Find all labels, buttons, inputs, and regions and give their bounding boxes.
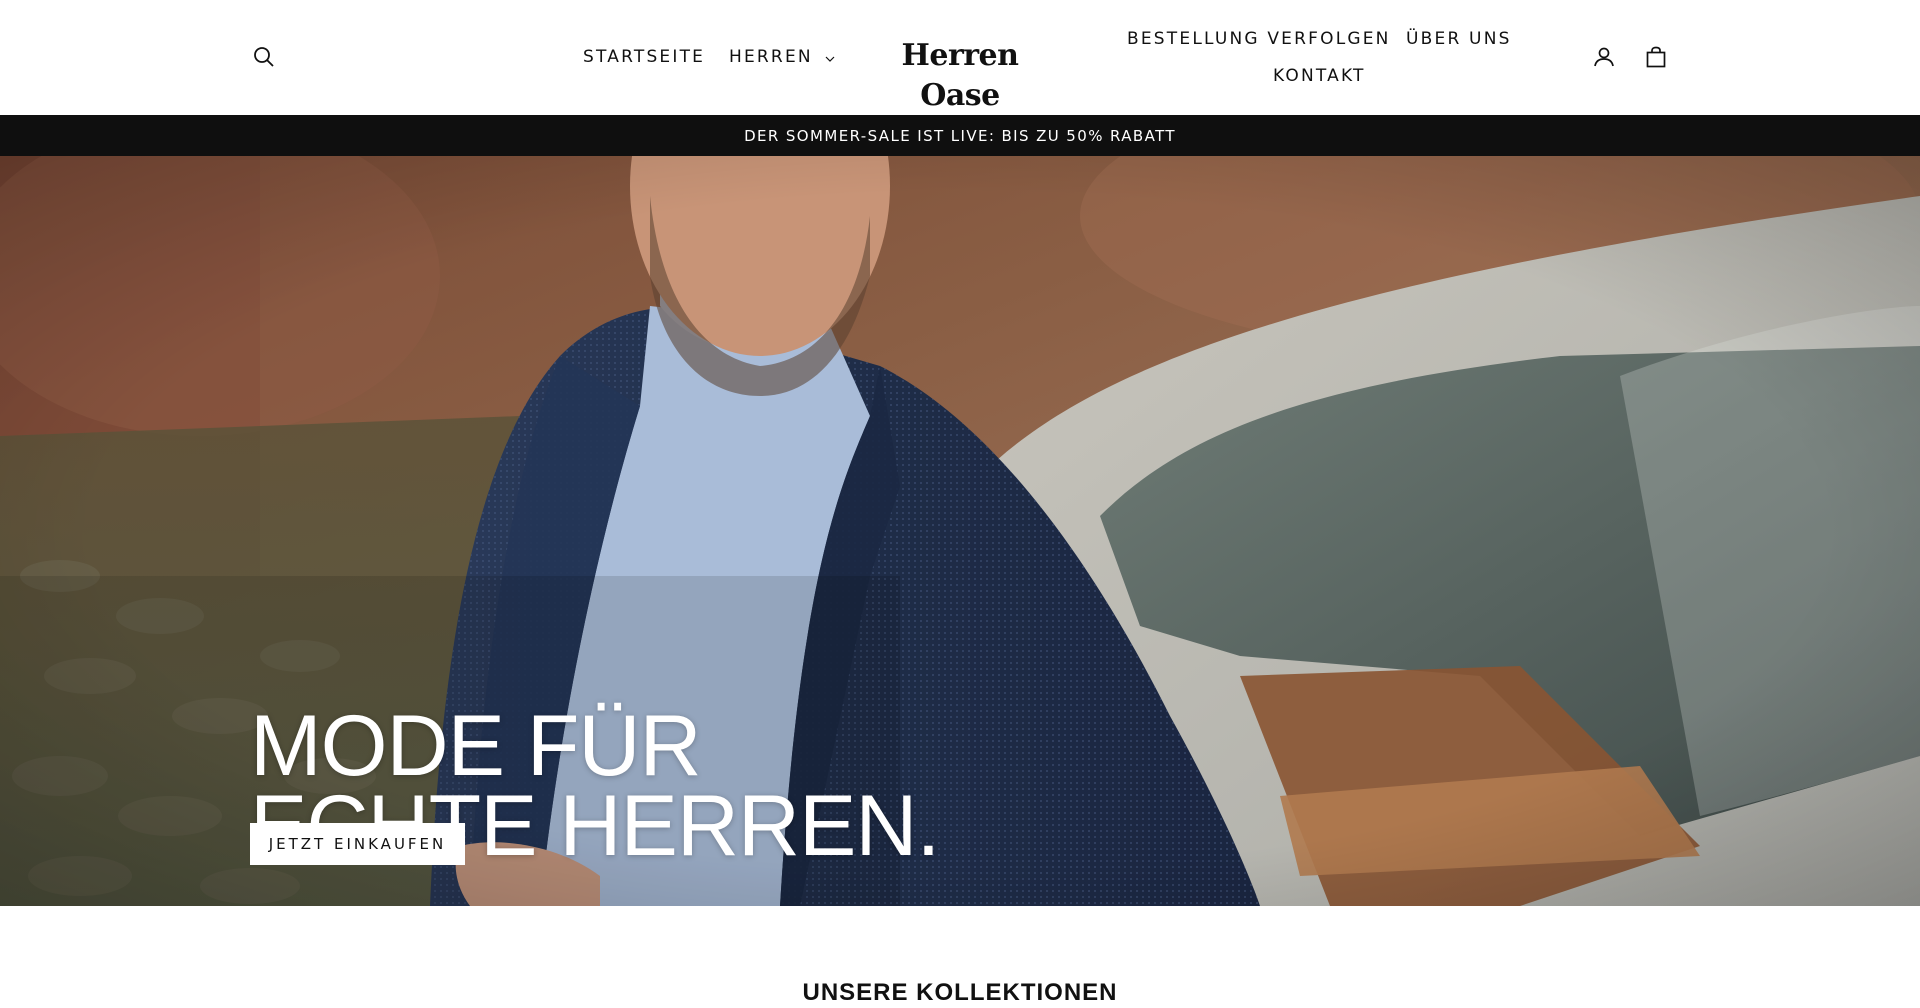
site-logo[interactable]: Herren Oase xyxy=(860,36,1060,116)
chevron-down-icon xyxy=(825,47,835,67)
user-icon[interactable] xyxy=(1590,43,1618,71)
site-header: STARTSEITE HERREN Herren Oase BESTELLUNG… xyxy=(0,0,1920,115)
shop-now-button[interactable]: JETZT EINKAUFEN xyxy=(250,823,465,865)
nav-ueber-uns[interactable]: ÜBER UNS xyxy=(1406,29,1512,49)
nav-startseite[interactable]: STARTSEITE xyxy=(583,47,705,67)
nav-bestellung-verfolgen[interactable]: BESTELLUNG VERFOLGEN xyxy=(1127,29,1391,49)
search-icon[interactable] xyxy=(250,43,278,71)
hero-heading-line1: MODE FÜR xyxy=(250,697,702,794)
cart-icon[interactable] xyxy=(1642,43,1670,71)
announcement-bar: DER SOMMER-SALE IST LIVE: BIS ZU 50% RAB… xyxy=(0,115,1920,156)
nav-kontakt[interactable]: KONTAKT xyxy=(1273,66,1366,86)
nav-herren-label: HERREN xyxy=(729,47,813,67)
announcement-text[interactable]: DER SOMMER-SALE IST LIVE: BIS ZU 50% RAB… xyxy=(744,127,1176,145)
hero-banner: MODE FÜR ECHTE HERREN. JETZT EINKAUFEN xyxy=(0,156,1920,906)
nav-herren[interactable]: HERREN xyxy=(729,47,835,67)
collections-heading: UNSERE KOLLEKTIONEN xyxy=(802,979,1118,1006)
